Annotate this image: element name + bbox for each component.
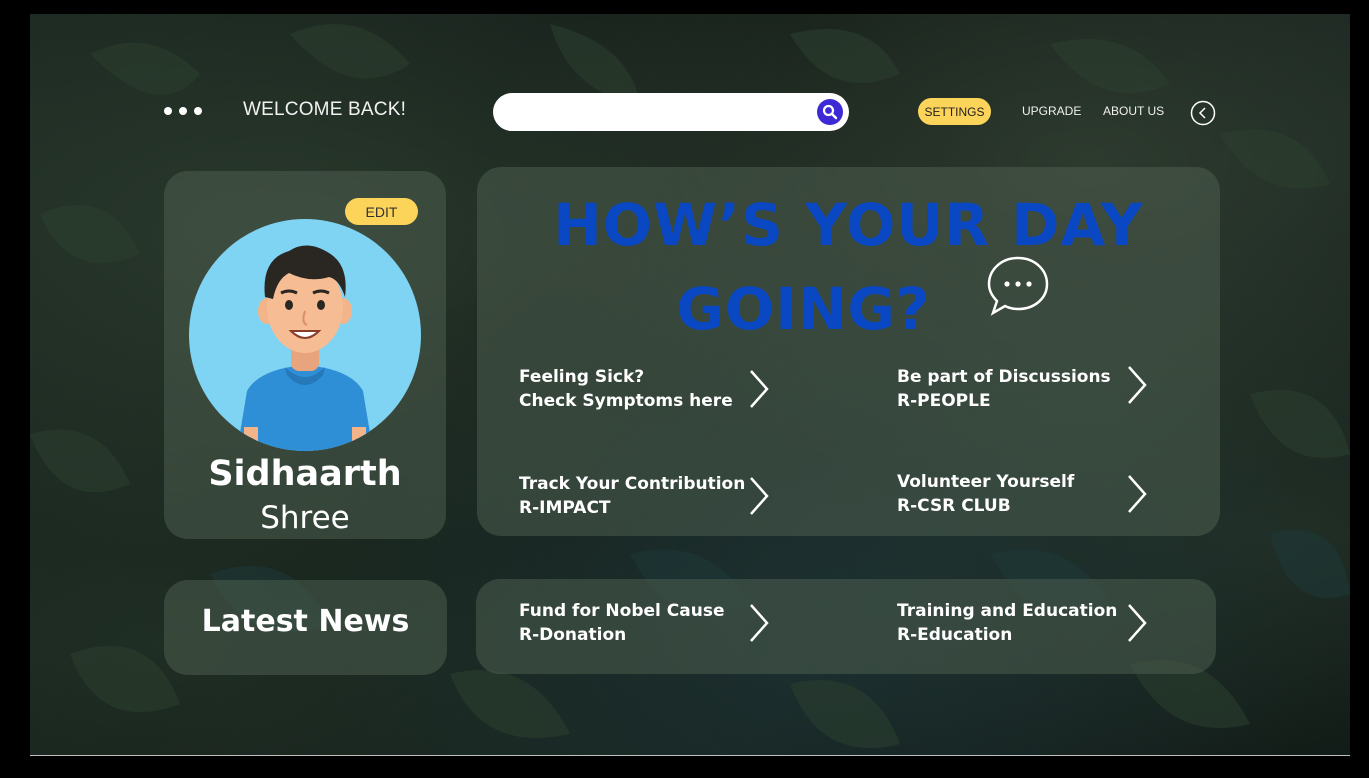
avatar-illustration (237, 245, 373, 451)
profile-first-name: Sidhaarth (208, 454, 402, 494)
link-check-symptoms[interactable]: Feeling Sick? Check Symptoms here (519, 365, 789, 413)
chevron-right-icon (750, 477, 769, 515)
link-r-people[interactable]: Be part of Discussions R-PEOPLE (897, 365, 1167, 413)
nav-upgrade-link[interactable]: UPGRADE (1022, 104, 1081, 118)
greeting-heading: HOW’S YOUR DAY GOING? (477, 183, 1220, 351)
latest-news-title: Latest News (201, 604, 410, 639)
greeting-line-1: HOW’S YOUR DAY (553, 191, 1144, 259)
search-button[interactable] (817, 99, 843, 125)
latest-news-card[interactable]: Latest News (164, 580, 447, 675)
avatar (189, 219, 421, 451)
nav-about-link[interactable]: ABOUT US (1103, 104, 1164, 118)
chevron-right-icon (1128, 366, 1147, 404)
bottom-links-card: Fund for Nobel Cause R-Donation Training… (476, 579, 1216, 674)
chevron-right-icon (750, 604, 769, 642)
chat-bubble-icon (987, 256, 1049, 316)
nav-settings-button[interactable]: SETTINGS (918, 98, 991, 125)
link-r-education[interactable]: Training and Education R-Education (897, 599, 1167, 647)
back-button[interactable] (1190, 100, 1216, 126)
search-bar[interactable] (493, 93, 849, 131)
bottom-divider (30, 755, 1350, 756)
chevron-right-icon (1128, 475, 1147, 513)
profile-card: EDIT Sidhaarth Shree (164, 171, 446, 539)
chevron-right-icon (1128, 604, 1147, 642)
search-input[interactable] (511, 101, 805, 125)
profile-last-name: Shree (260, 500, 350, 536)
menu-dots-icon[interactable] (164, 107, 202, 115)
greeting-card: HOW’S YOUR DAY GOING? Feeling Sick? Chec… (477, 167, 1220, 536)
link-r-impact[interactable]: Track Your Contribution R-IMPACT (519, 472, 789, 520)
edit-profile-button[interactable]: EDIT (345, 198, 418, 225)
link-r-donation[interactable]: Fund for Nobel Cause R-Donation (519, 599, 789, 647)
welcome-text: WELCOME BACK! (243, 99, 407, 120)
link-r-csr-club[interactable]: Volunteer Yourself R-CSR CLUB (897, 470, 1167, 518)
search-icon (822, 104, 838, 120)
back-arrow-icon (1190, 100, 1216, 126)
chevron-right-icon (750, 370, 769, 408)
